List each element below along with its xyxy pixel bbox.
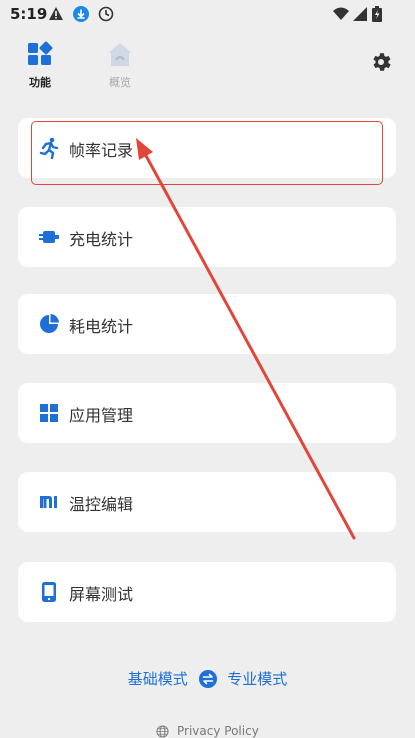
tab-features-label: 功能 (29, 76, 51, 89)
features-icon (28, 41, 53, 65)
globe-icon (156, 725, 169, 738)
mode-switch: 基础模式 专业模式 (0, 668, 415, 689)
basic-mode-link[interactable]: 基础模式 (128, 670, 188, 688)
tab-features[interactable]: 功能 (15, 40, 65, 90)
overview-icon (108, 43, 132, 66)
download-icon (73, 6, 89, 22)
privacy-policy[interactable]: Privacy Policy (0, 724, 415, 738)
card-app-manage[interactable]: 应用管理 (18, 383, 396, 443)
grid-icon (40, 404, 58, 422)
signal-icon (353, 7, 367, 21)
swap-icon[interactable] (198, 669, 217, 688)
warning-icon (49, 7, 63, 20)
top-nav: 功能 概览 (0, 36, 415, 96)
pie-icon (40, 314, 59, 333)
clock-icon (98, 6, 114, 22)
charger-icon (39, 231, 59, 243)
running-icon (39, 137, 59, 159)
status-time: 5:19 (10, 5, 48, 23)
card-charge-stats[interactable]: 充电统计 (18, 207, 396, 267)
annotation-arrow (136, 138, 356, 540)
card-fps-record-label: 帧率记录 (69, 141, 134, 160)
battery-icon (372, 6, 382, 22)
card-charge-stats-label: 充电统计 (69, 230, 134, 249)
phone-icon (42, 582, 56, 602)
card-thermal-edit-label: 温控编辑 (69, 495, 134, 514)
card-power-stats[interactable]: 耗电统计 (18, 294, 396, 354)
card-power-stats-label: 耗电统计 (69, 317, 134, 336)
card-screen-test-label: 屏幕测试 (69, 585, 134, 604)
tab-overview-label: 概览 (109, 76, 131, 89)
status-bar: 5:19 (0, 0, 415, 28)
mi-icon (40, 496, 57, 508)
card-app-manage-label: 应用管理 (69, 406, 134, 425)
tab-overview[interactable]: 概览 (95, 40, 145, 90)
card-thermal-edit[interactable]: 温控编辑 (18, 472, 396, 532)
pro-mode-link[interactable]: 专业模式 (227, 670, 287, 688)
card-screen-test[interactable]: 屏幕测试 (18, 562, 396, 622)
wifi-icon (333, 7, 349, 20)
privacy-policy-label: Privacy Policy (177, 724, 259, 738)
gear-icon[interactable] (369, 50, 393, 74)
card-fps-record[interactable]: 帧率记录 (18, 118, 396, 178)
